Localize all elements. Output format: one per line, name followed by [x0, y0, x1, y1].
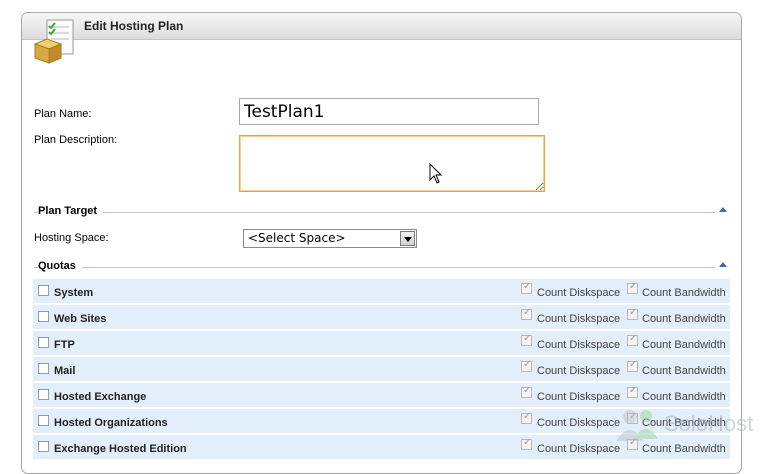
count-bandwidth-label: Count Bandwidth [642, 391, 726, 403]
quotas-title: Quotas [38, 260, 82, 272]
count-diskspace-checkbox[interactable] [521, 281, 532, 294]
plan-name-label: Plan Name: [34, 108, 92, 120]
quota-row: Mail Count Diskspace Count Bandwidth [33, 357, 730, 381]
panel-title: Edit Hosting Plan [84, 19, 184, 33]
collapse-up-icon[interactable] [719, 207, 727, 212]
count-bandwidth-checkbox[interactable] [627, 307, 638, 320]
count-diskspace-checkbox[interactable] [521, 411, 532, 424]
plan-description-textarea[interactable] [239, 135, 545, 192]
count-diskspace-label: Count Diskspace [537, 313, 621, 325]
count-bandwidth-checkbox[interactable] [627, 411, 638, 424]
quota-group-label: Web Sites [54, 313, 107, 325]
quota-group-label: System [54, 287, 94, 299]
quota-group-label: Mail [54, 365, 76, 377]
count-diskspace-checkbox[interactable] [521, 385, 532, 398]
panel-header: Edit Hosting Plan [22, 13, 741, 40]
count-bandwidth-checkbox[interactable] [627, 437, 638, 450]
section-divider [34, 267, 715, 268]
count-bandwidth-checkbox[interactable] [627, 359, 638, 372]
count-bandwidth-label: Count Bandwidth [642, 313, 726, 325]
edit-hosting-plan-panel: Edit Hosting Plan Plan Name: Plan Descri… [21, 12, 742, 474]
quotas-section-header: Quotas [34, 260, 729, 274]
count-bandwidth-label: Count Bandwidth [642, 365, 726, 377]
quota-group-label: Hosted Exchange [54, 391, 147, 403]
quota-list: System Count Diskspace Count Bandwidth W… [33, 279, 730, 461]
count-bandwidth-checkbox[interactable] [627, 281, 638, 294]
quota-row: Hosted Exchange Count Diskspace Count Ba… [33, 383, 730, 407]
quota-row: Exchange Hosted Edition Count Diskspace … [33, 435, 730, 459]
hosting-space-select[interactable]: <Select Space> [243, 229, 417, 248]
quota-group-checkbox[interactable] [38, 337, 49, 348]
quota-group-checkbox[interactable] [38, 441, 49, 452]
count-bandwidth-label: Count Bandwidth [642, 339, 726, 351]
quota-group-checkbox[interactable] [38, 285, 49, 296]
count-bandwidth-label: Count Bandwidth [642, 287, 726, 299]
count-diskspace-label: Count Diskspace [537, 339, 621, 351]
quota-row: Hosted Organizations Count Diskspace Cou… [33, 409, 730, 433]
count-diskspace-checkbox[interactable] [521, 359, 532, 372]
section-divider [34, 212, 715, 213]
count-diskspace-checkbox[interactable] [521, 333, 532, 346]
quota-group-checkbox[interactable] [38, 311, 49, 322]
count-diskspace-label: Count Diskspace [537, 365, 621, 377]
quota-group-label: Exchange Hosted Edition [54, 443, 187, 455]
quota-row: FTP Count Diskspace Count Bandwidth [33, 331, 730, 355]
quota-group-checkbox[interactable] [38, 363, 49, 374]
hosting-space-label: Hosting Space: [34, 232, 109, 244]
count-diskspace-label: Count Diskspace [537, 287, 621, 299]
quota-group-label: FTP [54, 339, 75, 351]
quota-group-label: Hosted Organizations [54, 417, 168, 429]
count-diskspace-label: Count Diskspace [537, 443, 621, 455]
count-diskspace-label: Count Diskspace [537, 417, 621, 429]
quota-group-checkbox[interactable] [38, 415, 49, 426]
hosting-space-selected-value: <Select Space> [248, 231, 346, 245]
count-bandwidth-checkbox[interactable] [627, 385, 638, 398]
plan-target-section-header: Plan Target [34, 205, 729, 219]
plan-description-label: Plan Description: [34, 134, 118, 146]
mouse-pointer-icon [429, 163, 443, 184]
count-bandwidth-label: Count Bandwidth [642, 417, 726, 429]
quota-row: System Count Diskspace Count Bandwidth [33, 279, 730, 303]
dropdown-arrow-icon[interactable] [400, 231, 415, 246]
plan-target-title: Plan Target [38, 205, 104, 217]
count-diskspace-checkbox[interactable] [521, 307, 532, 320]
quota-row: Web Sites Count Diskspace Count Bandwidt… [33, 305, 730, 329]
hosting-plan-icon [33, 19, 74, 64]
count-diskspace-label: Count Diskspace [537, 391, 621, 403]
plan-name-input[interactable] [239, 98, 539, 125]
count-bandwidth-checkbox[interactable] [627, 333, 638, 346]
collapse-up-icon[interactable] [719, 262, 727, 267]
count-diskspace-checkbox[interactable] [521, 437, 532, 450]
count-bandwidth-label: Count Bandwidth [642, 443, 726, 455]
quota-group-checkbox[interactable] [38, 389, 49, 400]
